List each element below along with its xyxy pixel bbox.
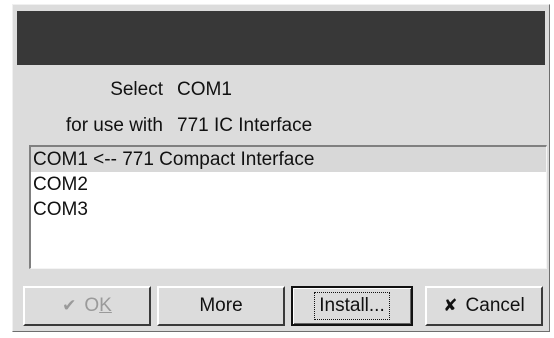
- ok-button[interactable]: ✔ OK: [23, 286, 151, 326]
- checkmark-icon: ✔: [62, 296, 77, 315]
- port-label: COM2: [33, 174, 88, 195]
- cancel-button[interactable]: ✘ Cancel: [425, 286, 543, 326]
- port-listbox[interactable]: COM1 <-- 771 Compact Interface COM2 COM3: [29, 145, 547, 269]
- interface-value: 771 IC Interface: [177, 115, 313, 136]
- use-label: for use with: [65, 115, 163, 136]
- port-list-item-com2[interactable]: COM2: [31, 172, 546, 197]
- x-icon: ✘: [443, 296, 458, 315]
- port-list-item-com3[interactable]: COM3: [31, 197, 546, 222]
- select-row: Select: [25, 77, 163, 103]
- port-label: COM1 <-- 771 Compact Interface: [33, 149, 315, 170]
- more-label: More: [199, 295, 243, 316]
- cancel-label: Cancel: [465, 295, 525, 316]
- focus-rectangle: Install...: [314, 292, 390, 320]
- ok-label-prefix: O: [84, 295, 100, 316]
- select-label: Select: [110, 79, 163, 100]
- select-value-row: COM1: [177, 77, 377, 103]
- use-value-row: 771 IC Interface: [177, 113, 417, 139]
- ok-label-underlined: K: [99, 295, 112, 316]
- more-button[interactable]: More: [157, 286, 285, 326]
- title-bar[interactable]: [17, 11, 545, 65]
- com-port-dialog: Select COM1 for use with 771 IC Interfac…: [12, 4, 550, 332]
- port-label: COM3: [33, 199, 88, 220]
- use-row: for use with: [25, 113, 163, 139]
- install-button[interactable]: Install...: [291, 286, 413, 326]
- select-value: COM1: [177, 79, 232, 100]
- port-list-item-com1[interactable]: COM1 <-- 771 Compact Interface: [31, 147, 546, 172]
- install-label: Install...: [319, 295, 385, 316]
